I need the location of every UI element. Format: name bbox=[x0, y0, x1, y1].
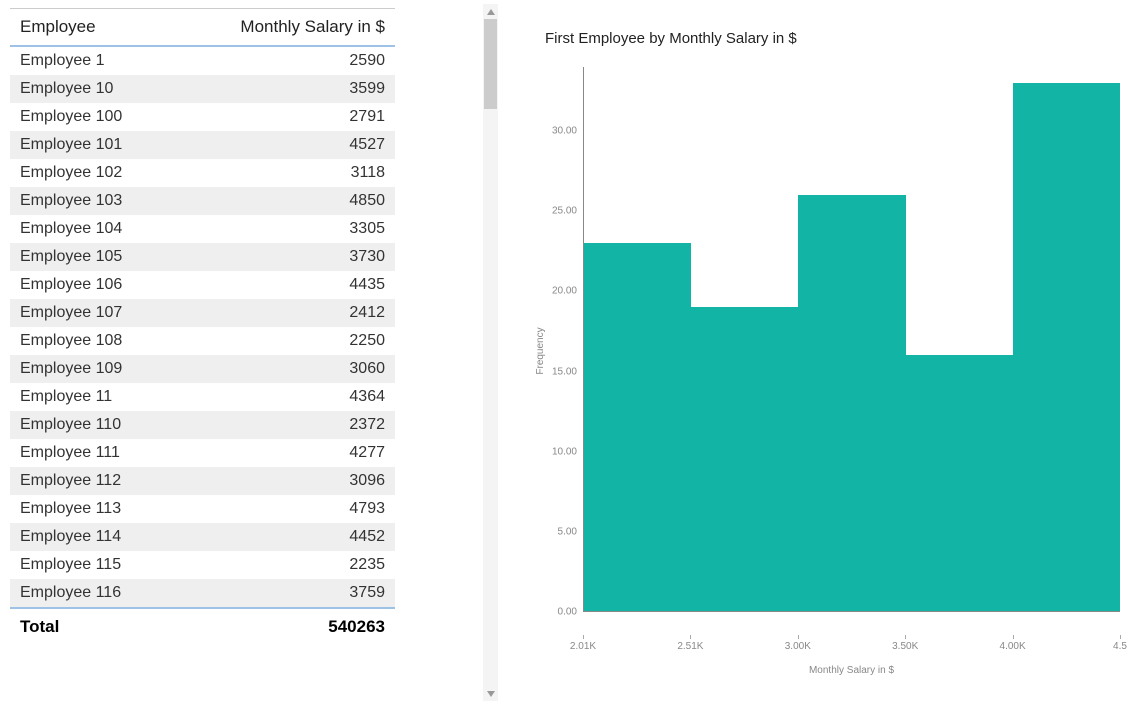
cell-salary: 4277 bbox=[160, 439, 395, 467]
table-row[interactable]: Employee 1034850 bbox=[10, 187, 395, 215]
table-row[interactable]: Employee 1002791 bbox=[10, 103, 395, 131]
table-row[interactable]: Employee 1152235 bbox=[10, 551, 395, 579]
cell-employee: Employee 109 bbox=[10, 355, 160, 383]
cell-employee: Employee 100 bbox=[10, 103, 160, 131]
x-tick-label: 2.01K bbox=[570, 641, 596, 652]
table-row[interactable]: Employee 1014527 bbox=[10, 131, 395, 159]
cell-salary: 2590 bbox=[160, 47, 395, 75]
cell-employee: Employee 104 bbox=[10, 215, 160, 243]
table-row[interactable]: Employee 1082250 bbox=[10, 327, 395, 355]
table-row[interactable]: Employee 1163759 bbox=[10, 579, 395, 607]
x-tick-label: 3.50K bbox=[892, 641, 918, 652]
table-row[interactable]: Employee 1064435 bbox=[10, 271, 395, 299]
cell-employee: Employee 106 bbox=[10, 271, 160, 299]
y-tick-label: 5.00 bbox=[558, 526, 577, 537]
cell-employee: Employee 107 bbox=[10, 299, 160, 327]
cell-salary: 4793 bbox=[160, 495, 395, 523]
salary-table[interactable]: Employee Monthly Salary in $ Employee 12… bbox=[10, 8, 395, 645]
cell-salary: 4452 bbox=[160, 523, 395, 551]
x-tick-label: 3.00K bbox=[785, 641, 811, 652]
table-row[interactable]: Employee 1144452 bbox=[10, 523, 395, 551]
histogram-bar[interactable] bbox=[906, 355, 1013, 611]
x-tick-label: 2.51K bbox=[677, 641, 703, 652]
histogram-bar[interactable] bbox=[584, 243, 691, 611]
cell-employee: Employee 114 bbox=[10, 523, 160, 551]
table-row[interactable]: Employee 1023118 bbox=[10, 159, 395, 187]
cell-salary: 2372 bbox=[160, 411, 395, 439]
x-tick-label: 4.00K bbox=[1000, 641, 1026, 652]
histogram-bar[interactable] bbox=[691, 307, 798, 611]
cell-salary: 4527 bbox=[160, 131, 395, 159]
x-tick-label: 4.5 bbox=[1113, 641, 1127, 652]
cell-salary: 3118 bbox=[160, 159, 395, 187]
y-tick-label: 0.00 bbox=[558, 607, 577, 618]
column-header-salary[interactable]: Monthly Salary in $ bbox=[160, 9, 395, 45]
table-row[interactable]: Employee 1134793 bbox=[10, 495, 395, 523]
cell-employee: Employee 113 bbox=[10, 495, 160, 523]
column-header-employee[interactable]: Employee bbox=[10, 9, 160, 45]
cell-employee: Employee 115 bbox=[10, 551, 160, 579]
table-row[interactable]: Employee 114364 bbox=[10, 383, 395, 411]
y-tick-label: 10.00 bbox=[552, 446, 577, 457]
cell-employee: Employee 111 bbox=[10, 439, 160, 467]
cell-salary: 4435 bbox=[160, 271, 395, 299]
table-row[interactable]: Employee 1114277 bbox=[10, 439, 395, 467]
total-label: Total bbox=[10, 609, 160, 645]
cell-employee: Employee 101 bbox=[10, 131, 160, 159]
cell-salary: 3599 bbox=[160, 75, 395, 103]
table-row[interactable]: Employee 1102372 bbox=[10, 411, 395, 439]
table-scrollbar[interactable] bbox=[483, 4, 498, 701]
cell-employee: Employee 10 bbox=[10, 75, 160, 103]
cell-salary: 2791 bbox=[160, 103, 395, 131]
cell-employee: Employee 112 bbox=[10, 467, 160, 495]
y-tick-label: 25.00 bbox=[552, 206, 577, 217]
cell-employee: Employee 105 bbox=[10, 243, 160, 271]
cell-salary: 3730 bbox=[160, 243, 395, 271]
table-total-row: Total 540263 bbox=[10, 607, 395, 645]
table-row[interactable]: Employee 1093060 bbox=[10, 355, 395, 383]
scrollbar-thumb[interactable] bbox=[484, 19, 497, 109]
cell-salary: 3096 bbox=[160, 467, 395, 495]
cell-salary: 3759 bbox=[160, 579, 395, 607]
scroll-down-arrow-icon[interactable] bbox=[483, 686, 498, 701]
cell-salary: 4850 bbox=[160, 187, 395, 215]
cell-salary: 3305 bbox=[160, 215, 395, 243]
table-header: Employee Monthly Salary in $ bbox=[10, 9, 395, 47]
table-row[interactable]: Employee 1043305 bbox=[10, 215, 395, 243]
table-row[interactable]: Employee 1072412 bbox=[10, 299, 395, 327]
histogram-bar[interactable] bbox=[1013, 83, 1120, 611]
y-tick-label: 15.00 bbox=[552, 366, 577, 377]
chart-title: First Employee by Monthly Salary in $ bbox=[545, 30, 1120, 47]
histogram-chart[interactable]: Frequency 0.005.0010.0015.0020.0025.0030… bbox=[535, 67, 1120, 635]
histogram-bar[interactable] bbox=[798, 195, 905, 611]
cell-employee: Employee 102 bbox=[10, 159, 160, 187]
cell-employee: Employee 110 bbox=[10, 411, 160, 439]
y-tick-label: 30.00 bbox=[552, 126, 577, 137]
cell-employee: Employee 103 bbox=[10, 187, 160, 215]
cell-employee: Employee 108 bbox=[10, 327, 160, 355]
cell-salary: 2235 bbox=[160, 551, 395, 579]
cell-employee: Employee 11 bbox=[10, 383, 160, 411]
cell-salary: 2412 bbox=[160, 299, 395, 327]
y-tick-label: 20.00 bbox=[552, 286, 577, 297]
table-row[interactable]: Employee 1053730 bbox=[10, 243, 395, 271]
table-row[interactable]: Employee 103599 bbox=[10, 75, 395, 103]
total-value: 540263 bbox=[160, 609, 395, 645]
table-row[interactable]: Employee 12590 bbox=[10, 47, 395, 75]
cell-salary: 3060 bbox=[160, 355, 395, 383]
cell-salary: 4364 bbox=[160, 383, 395, 411]
scroll-up-arrow-icon[interactable] bbox=[483, 4, 498, 19]
cell-salary: 2250 bbox=[160, 327, 395, 355]
x-axis-label: Monthly Salary in $ bbox=[809, 665, 894, 676]
table-row[interactable]: Employee 1123096 bbox=[10, 467, 395, 495]
cell-employee: Employee 116 bbox=[10, 579, 160, 607]
cell-employee: Employee 1 bbox=[10, 47, 160, 75]
